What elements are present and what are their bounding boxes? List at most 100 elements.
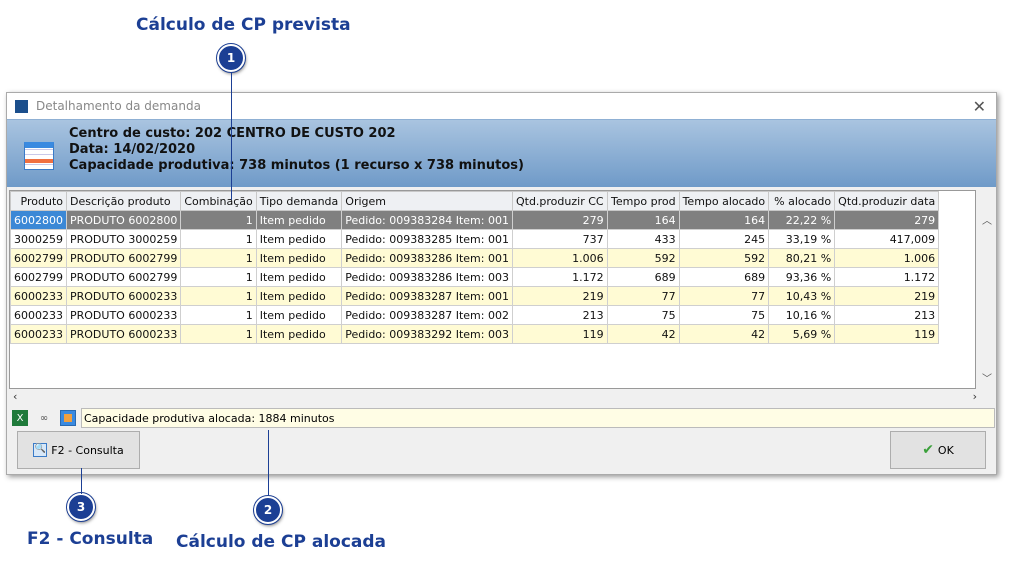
callout-title-2: Cálculo de CP alocada <box>176 532 387 552</box>
table-cell: Pedido: 009383285 Item: 001 <box>341 229 513 249</box>
table-cell: 219 <box>511 286 608 306</box>
column-header[interactable]: Descrição produto <box>65 191 182 211</box>
table-cell: 1.006 <box>834 248 940 268</box>
table-cell: 6000233 <box>10 324 67 344</box>
close-button[interactable]: ✕ <box>973 97 986 116</box>
table-cell: 75 <box>678 305 770 325</box>
table-cell: 689 <box>606 267 680 287</box>
table-cell: 433 <box>606 229 680 249</box>
consulta-label: F2 - Consulta <box>51 443 124 457</box>
table-cell: 10,43 % <box>768 286 836 306</box>
table-cell: 6002799 <box>10 248 67 268</box>
table-cell: 1 <box>180 286 257 306</box>
callout-line-2 <box>268 430 269 496</box>
table-row[interactable]: 6002799 PRODUTO 6002799 1 Item pedido Pedido… <box>10 248 940 268</box>
capacidade-alocada: Capacidade produtiva alocada: 1884 minut… <box>81 408 995 428</box>
table-row[interactable]: 6002800 PRODUTO 6002800 1 Item pedido Pedido… <box>10 210 940 230</box>
ok-button[interactable]: ✔ OK <box>890 431 986 469</box>
table-cell: 6002799 <box>10 267 67 287</box>
table-cell: 1 <box>180 210 257 230</box>
scroll-right-icon[interactable]: › <box>973 390 977 403</box>
search-icon: 🔍 <box>33 443 48 457</box>
table-cell: Item pedido <box>255 229 343 249</box>
table-row[interactable]: 3000259 PRODUTO 3000259 1 Item pedido Pedido… <box>10 229 940 249</box>
table-cell: 213 <box>834 305 940 325</box>
column-header[interactable]: Combinação <box>180 191 257 211</box>
table-cell: PRODUTO 3000259 <box>65 229 182 249</box>
summary-header: Centro de custo: 202 CENTRO DE CUSTO 202… <box>7 119 996 187</box>
table-cell: 42 <box>606 324 680 344</box>
table-cell: PRODUTO 6000233 <box>65 305 182 325</box>
table-cell: 80,21 % <box>768 248 836 268</box>
scroll-down-icon[interactable]: ﹀ <box>982 370 992 385</box>
table-cell: 3000259 <box>10 229 67 249</box>
table-cell: Item pedido <box>255 286 343 306</box>
table-cell: Item pedido <box>255 305 343 325</box>
callout-title-1: Cálculo de CP prevista <box>136 15 351 35</box>
table-cell: 164 <box>678 210 770 230</box>
table-cell: 1 <box>180 229 257 249</box>
table-cell: 417,009 <box>834 229 940 249</box>
table-cell: 5,69 % <box>768 324 836 344</box>
table-cell: Pedido: 009383287 Item: 001 <box>341 286 513 306</box>
column-header[interactable]: Tempo alocado <box>678 191 770 211</box>
table-cell: 93,36 % <box>768 267 836 287</box>
vertical-scrollbar[interactable]: ︿ ﹀ <box>977 190 995 389</box>
table-row[interactable]: 6000233 PRODUTO 6000233 1 Item pedido Pedido… <box>10 286 940 306</box>
table-cell: Pedido: 009383292 Item: 003 <box>341 324 513 344</box>
column-header[interactable]: Origem <box>341 191 513 211</box>
callout-line-3 <box>81 468 82 494</box>
table-cell: 213 <box>511 305 608 325</box>
callout-title-3: F2 - Consulta <box>27 529 154 549</box>
column-header[interactable]: Tipo demanda <box>255 191 343 211</box>
table-cell: 1 <box>180 267 257 287</box>
table-row[interactable]: 6000233 PRODUTO 6000233 1 Item pedido Pedido… <box>10 305 940 325</box>
demand-grid: Produto Descrição produto Combinação Tipo d… <box>9 190 976 389</box>
ok-label: OK <box>937 443 954 457</box>
column-header[interactable]: Produto <box>10 191 67 211</box>
table-cell: Item pedido <box>255 248 343 268</box>
column-header[interactable]: Tempo prod <box>606 191 680 211</box>
table-cell: 1.006 <box>511 248 608 268</box>
table-cell: 219 <box>834 286 940 306</box>
app-icon <box>15 99 28 113</box>
callout-badge-1: 1 <box>216 43 246 73</box>
table-cell: Pedido: 009383287 Item: 002 <box>341 305 513 325</box>
table-cell: 22,22 % <box>768 210 836 230</box>
table-cell: 33,19 % <box>768 229 836 249</box>
scroll-left-icon[interactable]: ‹ <box>13 390 17 403</box>
dialog-detalhamento: Detalhamento da demanda ✕ Centro de cust… <box>6 92 997 475</box>
window-title: Detalhamento da demanda <box>36 99 201 113</box>
table-cell: 77 <box>678 286 770 306</box>
excel-icon[interactable]: X <box>12 410 28 426</box>
column-header[interactable]: % alocado <box>768 191 836 211</box>
callout-badge-3: 3 <box>66 492 96 522</box>
horizontal-scrollbar[interactable]: ‹ › <box>9 389 995 406</box>
scroll-up-icon[interactable]: ︿ <box>982 212 992 227</box>
table-cell: 77 <box>606 286 680 306</box>
data: Data: 14/02/2020 <box>69 142 196 157</box>
table-cell: PRODUTO 6002799 <box>65 267 182 287</box>
table-cell: 6000233 <box>10 286 67 306</box>
table-cell: PRODUTO 6002799 <box>65 248 182 268</box>
table-cell: 1 <box>180 324 257 344</box>
table-cell: 6002800 <box>10 210 67 230</box>
column-header[interactable]: Qtd.produzir data <box>834 191 940 211</box>
table-cell: Pedido: 009383286 Item: 001 <box>341 248 513 268</box>
table-cell: Pedido: 009383286 Item: 003 <box>341 267 513 287</box>
table-cell: 592 <box>678 248 770 268</box>
table-cell: 737 <box>511 229 608 249</box>
table-cell: Item pedido <box>255 324 343 344</box>
table-cell: PRODUTO 6000233 <box>65 286 182 306</box>
table-row[interactable]: 6002799 PRODUTO 6002799 1 Item pedido Pedido… <box>10 267 940 287</box>
table-cell: 119 <box>511 324 608 344</box>
table-cell: 164 <box>606 210 680 230</box>
chart-icon[interactable] <box>60 410 76 426</box>
table-row[interactable]: 6000233 PRODUTO 6000233 1 Item pedido Pedido… <box>10 324 940 344</box>
callout-badge-2: 2 <box>253 495 283 525</box>
consulta-button[interactable]: 🔍 F2 - Consulta <box>17 431 140 469</box>
binoculars-icon[interactable]: ∞ <box>36 410 52 426</box>
table-cell: 245 <box>678 229 770 249</box>
column-header[interactable]: Qtd.produzir CC <box>511 191 608 211</box>
table-cell: PRODUTO 6000233 <box>65 324 182 344</box>
